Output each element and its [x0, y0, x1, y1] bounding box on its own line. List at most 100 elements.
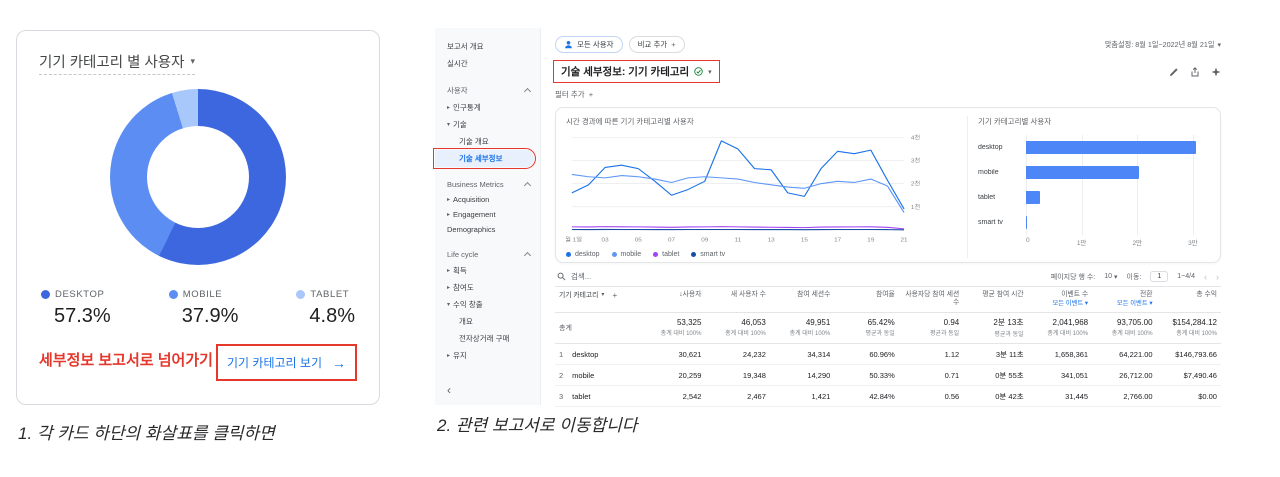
view-device-category-link-box[interactable]: 기기 카테고리 보기 →	[216, 344, 357, 381]
bar-category-label: desktop	[978, 144, 1003, 151]
sidebar-item[interactable]: ▸ 획득	[435, 262, 540, 279]
sidebar-item[interactable]: ▸ Engagement	[435, 207, 540, 222]
sidebar-section-title: Business Metrics	[447, 180, 504, 189]
expand-icon: ▸	[447, 353, 451, 359]
table-row[interactable]: 3 tablet 2,542 2,467 1,421 42.84% 0.56 0분 42초 3…	[555, 386, 1221, 408]
date-range-selector[interactable]: 맞춤설정: 8월 1일~2022년 8월 21일 ▾	[1105, 40, 1221, 50]
row-dimension-cell[interactable]: 2 mobile	[555, 371, 641, 380]
totals-cell: 93,705.00 총계 대비 100%	[1111, 318, 1153, 338]
totals-cell: 46,053 총계 대비 100%	[725, 318, 766, 338]
sidebar-item-label: 인구통계	[453, 103, 481, 112]
add-filter-chip[interactable]: 필터 추가 +	[555, 89, 593, 100]
report-actions	[1169, 66, 1221, 77]
add-comparison-label: 비교 추가	[637, 40, 668, 49]
prev-page-icon[interactable]: ‹	[1204, 272, 1207, 282]
goto-page-input[interactable]: 1	[1150, 271, 1169, 282]
sidebar-item[interactable]: ▸ 유지	[435, 347, 540, 364]
series-legend-item[interactable]: desktop	[566, 251, 600, 258]
report-title-box[interactable]: 기술 세부정보: 기기 카테고리 ▾	[553, 60, 720, 83]
sidebar-item[interactable]: 보고서 개요	[435, 38, 540, 55]
table-row[interactable]: 1 desktop 30,621 24,232 34,314 60.96% 1.12 3분 …	[555, 344, 1221, 366]
series-name: smart tv	[700, 251, 726, 258]
svg-text:05: 05	[635, 237, 643, 244]
sidebar-item-label: 획득	[453, 266, 467, 275]
row-dimension-cell[interactable]: 1 desktop	[555, 350, 641, 359]
column-header[interactable]: ↓사용자	[641, 291, 705, 299]
sidebar-item[interactable]: 전자상거래 구매	[435, 330, 540, 347]
sidebar-section-title: Life cycle	[447, 250, 479, 259]
column-header[interactable]: 새 사용자 수	[705, 291, 769, 299]
sidebar-item[interactable]: ▸ Acquisition	[435, 192, 540, 207]
sidebar-item-label: 전자상거래 구매	[459, 334, 510, 343]
audience-chip[interactable]: 모든 사용자	[555, 36, 623, 53]
series-legend-item[interactable]: mobile	[611, 251, 642, 258]
sidebar-item[interactable]: ▾ 기술	[435, 116, 540, 133]
check-circle-icon	[694, 67, 703, 76]
sidebar-item[interactable]: 기술 개요	[435, 133, 540, 150]
report-title-row: 기술 세부정보: 기기 카테고리 ▾	[553, 60, 1221, 83]
sidebar-item[interactable]: ▸ 참여도	[435, 279, 540, 296]
column-header[interactable]: 이벤트 수 모든 이벤트 ▾	[1028, 291, 1092, 308]
table-row[interactable]: 2 mobile 20,259 19,348 14,290 50.33% 0.71 0분 5…	[555, 365, 1221, 387]
sidebar-item[interactable]: 개요	[435, 313, 540, 330]
column-subfilter[interactable]: 모든 이벤트 ▾	[1032, 300, 1088, 308]
table-cell: 1.12	[944, 349, 960, 359]
column-header[interactable]: 총 수익	[1157, 291, 1221, 299]
column-header[interactable]: 평균 참여 시간	[963, 291, 1027, 299]
sidebar-item[interactable]: 실시간	[435, 55, 540, 72]
card-title-dropdown[interactable]: 기기 카테고리 별 사용자 ▾	[39, 51, 196, 75]
bar[interactable]	[1026, 191, 1041, 204]
share-icon[interactable]	[1190, 66, 1200, 77]
table-cell: 341,051	[1060, 370, 1089, 380]
bar[interactable]	[1026, 141, 1197, 154]
column-header[interactable]: 참여율	[834, 291, 898, 299]
expand-icon: ▾	[447, 302, 451, 308]
sidebar-item[interactable]: 기술 세부정보	[433, 148, 536, 169]
column-subfilter[interactable]: 모든 이벤트 ▾	[1096, 300, 1153, 308]
sidebar-item[interactable]: ▾ 수익 창출	[435, 296, 540, 313]
chevron-down-icon: ▾	[1114, 273, 1118, 281]
bar-track	[1026, 141, 1204, 154]
sidebar-item-label: 참여도	[453, 283, 474, 292]
add-dimension-icon[interactable]: +	[612, 291, 617, 301]
arrow-right-icon[interactable]: →	[332, 355, 346, 371]
page-range: 1~4/4	[1177, 273, 1195, 280]
series-name: mobile	[620, 251, 642, 258]
report-table: 기기 카테고리 ▾ + ↓사용자 새 사용자 수 참여 세션수 참여율 사용자당…	[555, 286, 1221, 408]
chevron-up-icon	[523, 251, 532, 259]
column-header[interactable]: 사용자당 참여 세션수	[899, 291, 963, 308]
bar[interactable]	[1026, 166, 1139, 179]
collapse-sidebar-button[interactable]: ‹	[447, 383, 451, 397]
rows-per-page-select[interactable]: 10 ▾	[1104, 273, 1117, 281]
donut-chart-wrap	[39, 89, 357, 265]
sidebar-item[interactable]: Demographics	[435, 222, 540, 237]
sidebar-section-header[interactable]: Life cycle	[435, 247, 540, 262]
table-search[interactable]: 검색...	[557, 271, 591, 282]
cta-annotation-text: 세부정보 보고서로 넘어가기	[39, 352, 213, 370]
next-page-icon[interactable]: ›	[1216, 272, 1219, 282]
sidebar-section-header[interactable]: 사용자	[435, 82, 540, 99]
bar-track	[1026, 166, 1204, 179]
row-dimension-cell[interactable]: 3 tablet	[555, 392, 641, 401]
bar-row: smart tv	[978, 210, 1210, 235]
add-comparison-chip[interactable]: 비교 추가 +	[628, 36, 685, 53]
column-header-dimension[interactable]: 기기 카테고리 ▾ +	[555, 291, 641, 301]
svg-text:11: 11	[735, 237, 742, 244]
customize-report-icon[interactable]	[1169, 67, 1179, 77]
view-device-category-link[interactable]: 기기 카테고리 보기	[227, 354, 322, 371]
sidebar-item-label: 수익 창출	[453, 300, 483, 309]
series-legend-item[interactable]: tablet	[653, 251, 679, 258]
insights-icon[interactable]	[1211, 66, 1221, 77]
sidebar-section-header[interactable]: Business Metrics	[435, 177, 540, 192]
row-name: tablet	[572, 391, 591, 401]
column-header[interactable]: 전환 모든 이벤트 ▾	[1092, 291, 1156, 308]
bar-category-label: mobile	[978, 169, 999, 176]
column-header[interactable]: 참여 세션수	[770, 291, 834, 299]
svg-text:2천: 2천	[911, 180, 920, 188]
sidebar-item[interactable]: ▸ 인구통계	[435, 99, 540, 116]
series-legend-item[interactable]: smart tv	[691, 251, 725, 258]
bar[interactable]	[1026, 216, 1027, 229]
device-category-card: 기기 카테고리 별 사용자 ▾ DESKTOP 57.3% MOBILE 37.…	[16, 30, 380, 405]
search-placeholder: 검색...	[571, 272, 592, 281]
card-legend: DESKTOP 57.3% MOBILE 37.9% TABLET 4.8%	[39, 289, 357, 328]
